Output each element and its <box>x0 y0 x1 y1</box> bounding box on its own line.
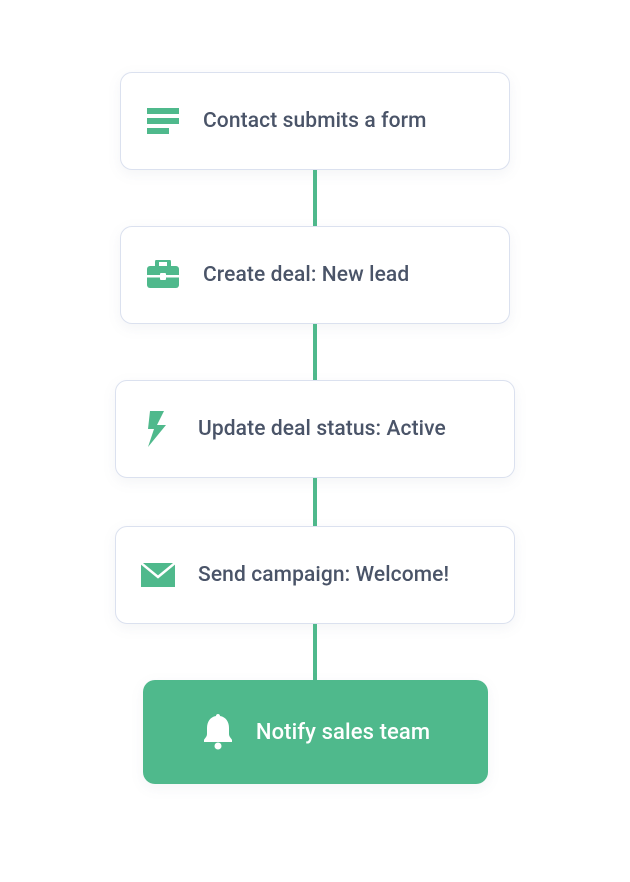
workflow-step-create-deal[interactable]: Create deal: New lead <box>120 226 510 324</box>
workflow-step-update-status[interactable]: Update deal status: Active <box>115 380 515 478</box>
step-label: Create deal: New lead <box>203 263 409 287</box>
connector-line <box>313 324 317 380</box>
step-label: Update deal status: Active <box>198 417 446 441</box>
connector-line <box>313 624 317 680</box>
workflow-step-notify[interactable]: Notify sales team <box>143 680 488 784</box>
step-label: Send campaign: Welcome! <box>198 563 449 587</box>
workflow-step-trigger[interactable]: Contact submits a form <box>120 72 510 170</box>
step-label: Notify sales team <box>256 720 430 745</box>
connector-line <box>313 478 317 526</box>
briefcase-icon <box>145 257 181 293</box>
step-label: Contact submits a form <box>203 109 427 133</box>
connector-line <box>313 170 317 226</box>
bolt-icon <box>140 411 176 447</box>
bell-icon <box>200 714 236 750</box>
workflow-step-send-campaign[interactable]: Send campaign: Welcome! <box>115 526 515 624</box>
form-icon <box>145 103 181 139</box>
envelope-icon <box>140 557 176 593</box>
